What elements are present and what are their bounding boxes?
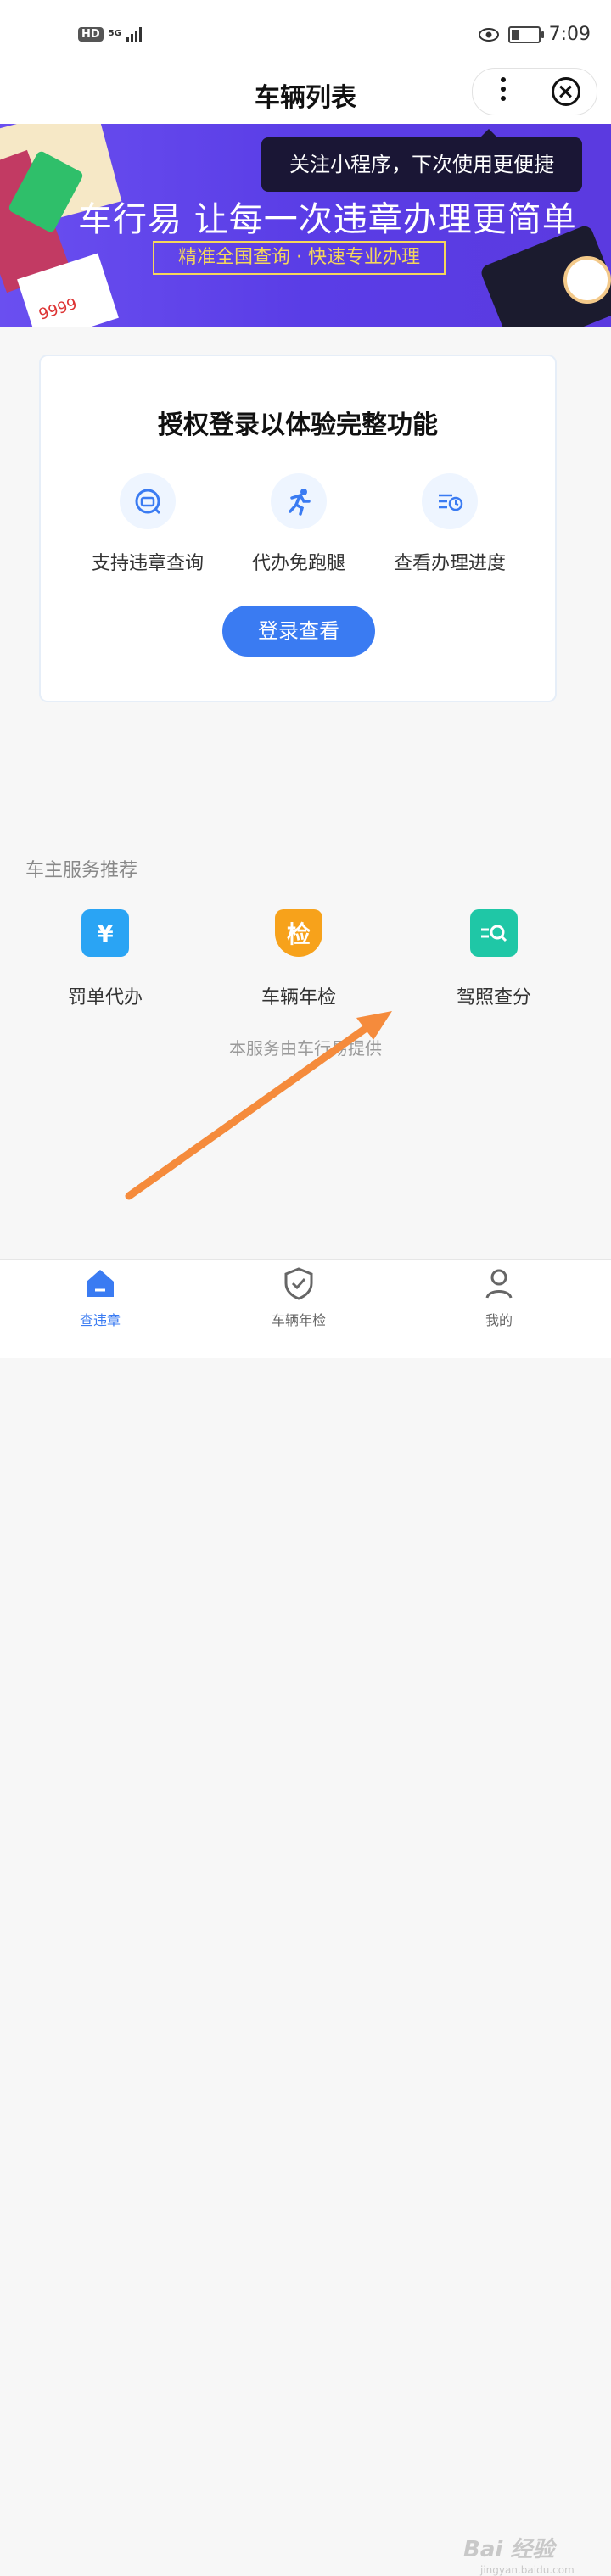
- services-section-title: 车主服务推荐: [25, 860, 138, 881]
- watermark: Bai 经验: [463, 2537, 555, 2562]
- service-license-points[interactable]: 驾照查分: [418, 909, 570, 1009]
- running-man-icon: [271, 473, 327, 529]
- network-label: 5G: [108, 29, 121, 38]
- feature-errand: 代办免跑腿: [222, 473, 375, 575]
- service-label: 车辆年检: [261, 987, 336, 1009]
- battery-icon: [507, 25, 544, 43]
- nav-bar: 车辆列表: [0, 68, 611, 124]
- tab-label: 查违章: [79, 1312, 121, 1328]
- close-button[interactable]: [535, 77, 597, 106]
- feature-label: 支持违章查询: [91, 553, 204, 574]
- shield-check-icon: [284, 1267, 313, 1300]
- status-bar: HD 5G 7:09: [0, 0, 611, 68]
- service-annual-inspection[interactable]: 检 车辆年检: [222, 909, 375, 1009]
- tab-bar: 查违章 车辆年检 我的 Bai 经验 jingyan.baidu.com: [0, 1259, 611, 2576]
- inspection-shield-icon: 检: [275, 909, 322, 957]
- banner-subline: 精准全国查询 · 快速专业办理: [153, 241, 446, 275]
- more-options-button[interactable]: [473, 76, 535, 107]
- auth-card: 授权登录以体验完整功能 支持违章查询 代办免跑腿 查看办理进度 登录查看: [39, 355, 557, 702]
- progress-clock-icon: [422, 473, 478, 529]
- service-label: 罚单代办: [67, 987, 143, 1009]
- status-left: HD 5G: [78, 25, 142, 42]
- status-right: 7:09: [478, 24, 591, 45]
- tab-label: 我的: [485, 1312, 513, 1328]
- feature-label: 代办免跑腿: [251, 553, 345, 574]
- tab-violations[interactable]: 查违章: [32, 1266, 168, 1329]
- follow-tooltip: 关注小程序，下次使用更便捷: [261, 129, 582, 192]
- watermark-sub: jingyan.baidu.com: [480, 2564, 575, 2576]
- license-search-icon: [470, 909, 518, 957]
- tab-annual-inspection[interactable]: 车辆年检: [231, 1266, 367, 1329]
- eye-icon: [478, 27, 499, 42]
- close-icon: [551, 77, 580, 106]
- more-dots-icon: [501, 77, 507, 101]
- ticket-text: 9999: [36, 294, 80, 324]
- mini-program-capsule: [472, 68, 597, 115]
- feature-label: 查看办理进度: [393, 553, 506, 574]
- car-search-icon: [120, 473, 176, 529]
- service-ticket-agency[interactable]: ¥ 罚单代办: [29, 909, 182, 1009]
- yuan-icon: ¥: [81, 909, 129, 957]
- feature-progress: 查看办理进度: [373, 473, 526, 575]
- provided-by-text: 本服务由车行易提供: [229, 1038, 382, 1059]
- banner-headline: 车行易 让每一次违章办理更简单: [78, 200, 577, 239]
- user-icon: [485, 1269, 513, 1299]
- home-icon: [87, 1270, 114, 1297]
- login-button[interactable]: 登录查看: [222, 606, 375, 657]
- service-label: 驾照查分: [456, 987, 531, 1009]
- feature-violation-query: 支持违章查询: [71, 473, 224, 575]
- clock-illustration: [563, 256, 611, 304]
- signal-icon: [126, 25, 142, 42]
- status-time: 7:09: [548, 24, 591, 45]
- auth-title: 授权登录以体验完整功能: [158, 411, 438, 440]
- tab-mine[interactable]: 我的: [431, 1266, 567, 1329]
- tab-label: 车辆年检: [271, 1312, 326, 1328]
- hd-icon: HD: [78, 26, 104, 42]
